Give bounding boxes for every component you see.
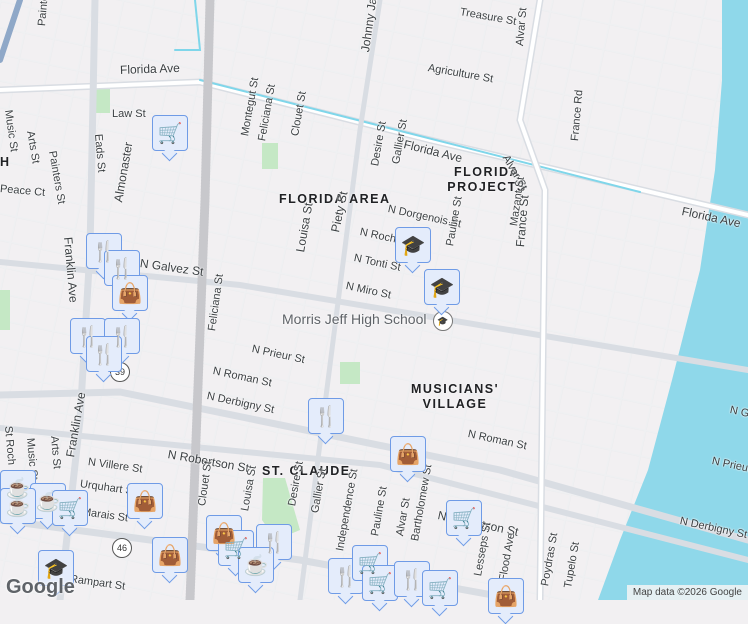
shopping-icon: 👜: [132, 490, 158, 513]
restaurant-icon: 🍴: [109, 257, 135, 280]
cafe-icon: ☕: [5, 495, 31, 518]
grocery-icon: 🛒: [367, 572, 393, 595]
grocery-marker[interactable]: 🛒: [362, 565, 398, 601]
shopping-marker[interactable]: 👜: [127, 483, 163, 519]
grocery-marker[interactable]: 🛒: [422, 570, 458, 606]
area-label-partial: H: [0, 155, 11, 169]
restaurant-icon: 🍴: [399, 568, 425, 591]
shopping-icon: 👜: [493, 585, 519, 608]
cafe-marker[interactable]: ☕: [0, 488, 36, 524]
route-46-shield: 46: [112, 538, 132, 558]
shopping-marker[interactable]: 👜: [390, 436, 426, 472]
street-label: Florida Ave: [119, 60, 181, 77]
shopping-marker[interactable]: 👜: [488, 578, 524, 614]
restaurant-icon: 🍴: [261, 531, 287, 554]
grocery-icon: 🛒: [451, 507, 477, 530]
area-label-musicians-village: MUSICIANS' VILLAGE: [410, 382, 500, 411]
shopping-icon: 👜: [395, 443, 421, 466]
poi-morris-jeff-high-school[interactable]: Morris Jeff High School: [282, 311, 426, 327]
grocery-icon: 🛒: [57, 497, 83, 520]
school-icon: 🎓: [400, 234, 426, 257]
shopping-icon: 👜: [117, 282, 143, 305]
school-icon: 🎓: [429, 276, 455, 299]
school-marker[interactable]: 🎓: [395, 227, 431, 263]
restaurant-icon: 🍴: [333, 565, 359, 588]
grocery-icon: 🛒: [157, 122, 183, 145]
school-marker[interactable]: 🎓: [424, 269, 460, 305]
area-label-st-claude: ST. CLAUDE: [262, 464, 351, 478]
restaurant-icon: 🍴: [313, 405, 339, 428]
grocery-icon: 🛒: [427, 577, 453, 600]
shopping-icon: 👜: [157, 544, 183, 567]
map-attribution[interactable]: Map data ©2026 Google: [626, 585, 748, 600]
street-label: Law St: [112, 108, 146, 120]
school-poi-icon[interactable]: 🎓: [433, 311, 453, 331]
park: [340, 362, 360, 384]
grocery-marker[interactable]: 🛒: [52, 490, 88, 526]
shopping-marker[interactable]: 👜: [112, 275, 148, 311]
school-icon: 🎓: [43, 557, 69, 580]
restaurant-icon: 🍴: [91, 343, 117, 366]
grocery-marker[interactable]: 🛒: [152, 115, 188, 151]
park: [262, 143, 278, 169]
restaurant-marker[interactable]: 🍴: [308, 398, 344, 434]
park: [0, 290, 10, 330]
grocery-marker[interactable]: 🛒: [446, 500, 482, 536]
cafe-icon: ☕: [243, 554, 269, 577]
shopping-marker[interactable]: 👜: [152, 537, 188, 573]
